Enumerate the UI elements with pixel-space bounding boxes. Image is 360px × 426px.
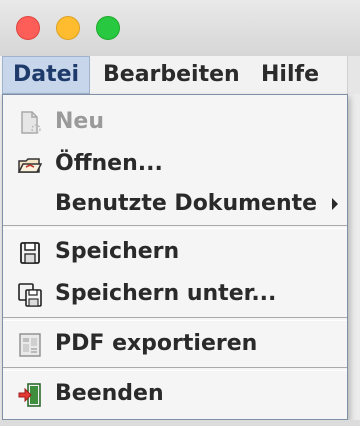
menu-hilfe[interactable]: Hilfe <box>261 56 319 94</box>
datei-dropdown-menu: Neu Öffnen... Benutzte Dokumente Speiche… <box>2 94 348 420</box>
menu-bearbeiten[interactable]: Bearbeiten <box>103 56 240 94</box>
menu-separator <box>3 367 347 371</box>
menu-item-neu[interactable]: Neu <box>3 103 347 141</box>
menu-item-label: Öffnen... <box>55 151 163 176</box>
menu-item-pdf-exportieren[interactable]: PDF exportieren <box>3 325 347 363</box>
menu-item-label: Neu <box>55 109 104 134</box>
menu-item-label: Speichern unter... <box>55 281 277 306</box>
menu-item-beenden[interactable]: Beenden <box>3 375 347 413</box>
menubar: Datei Bearbeiten Hilfe <box>0 56 360 94</box>
menu-item-label: Benutzte Dokumente <box>55 191 318 216</box>
menu-item-oeffnen[interactable]: Öffnen... <box>3 145 347 183</box>
menu-item-label: Speichern <box>55 239 180 264</box>
menu-item-benutzte-dokumente[interactable]: Benutzte Dokumente <box>3 185 347 223</box>
submenu-arrow-icon <box>332 198 338 210</box>
window-titlebar <box>0 0 360 57</box>
menu-separator <box>3 317 347 321</box>
close-window-button[interactable] <box>16 16 40 40</box>
menu-item-label: PDF exportieren <box>55 331 258 356</box>
menu-item-speichern-unter[interactable]: Speichern unter... <box>3 275 347 313</box>
menu-item-speichern[interactable]: Speichern <box>3 233 347 271</box>
menubar-edge <box>347 56 360 94</box>
open-folder-icon <box>17 158 43 173</box>
menu-separator <box>3 225 347 229</box>
new-document-icon <box>21 111 41 134</box>
menu-datei[interactable]: Datei <box>2 56 91 94</box>
window-bottom-strip <box>0 420 360 426</box>
exit-icon <box>18 383 41 407</box>
minimize-window-button[interactable] <box>56 16 80 40</box>
zoom-window-button[interactable] <box>96 16 120 40</box>
save-as-icon <box>18 283 42 307</box>
save-icon <box>20 242 40 264</box>
menu-item-label: Beenden <box>55 381 164 406</box>
pdf-export-icon <box>19 333 41 357</box>
